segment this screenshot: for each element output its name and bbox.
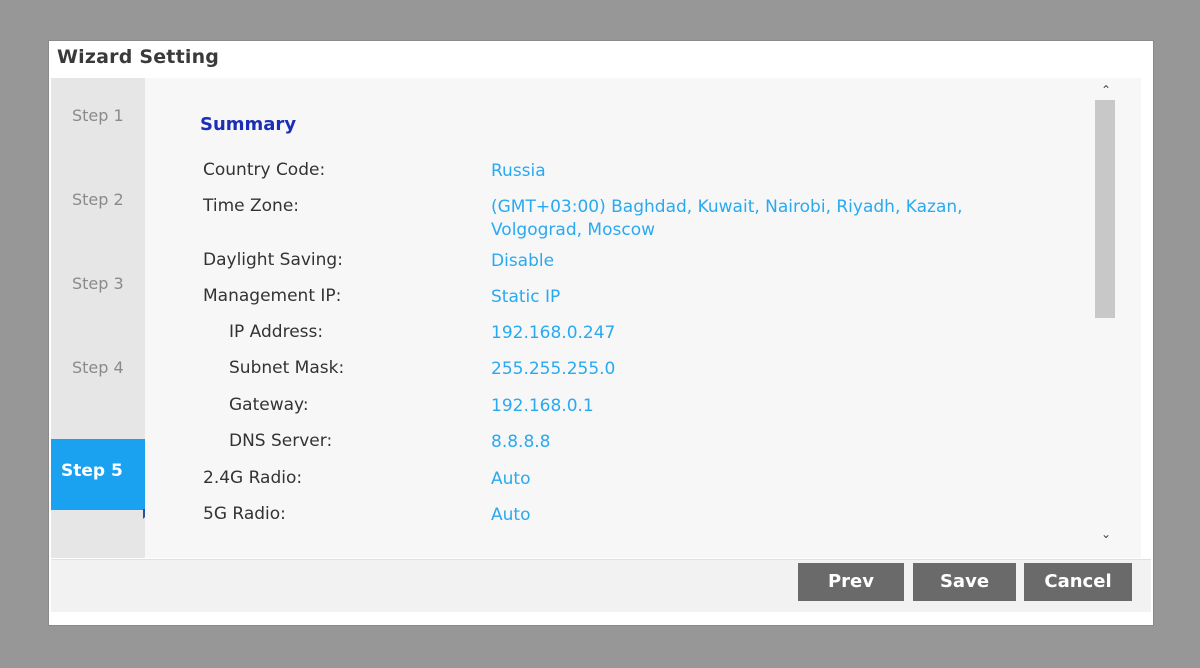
5g-radio-value: Auto (491, 505, 531, 525)
scrollbar-thumb[interactable] (1095, 100, 1115, 318)
country-code-value: Russia (491, 161, 546, 181)
24g-radio-value: Auto (491, 469, 531, 489)
management-ip-label: Management IP: (203, 286, 342, 306)
wizard-dialog: Wizard Setting Step 1 Step 2 Step 3 Step… (49, 41, 1153, 625)
24g-radio-label: 2.4G Radio: (203, 468, 303, 488)
summary-panel: Summary Country Code: Russia Time Zone: … (145, 78, 1141, 558)
subnet-mask-label: Subnet Mask: (229, 358, 345, 378)
cancel-button[interactable]: Cancel (1024, 563, 1132, 601)
5g-radio-label: 5G Radio: (203, 504, 286, 524)
management-ip-value: Static IP (491, 287, 561, 307)
ip-address-value: 192.168.0.247 (491, 323, 616, 343)
gateway-label: Gateway: (229, 395, 309, 415)
chevron-up-icon[interactable]: ⌃ (1099, 82, 1113, 98)
time-zone-value: (GMT+03:00) Baghdad, Kuwait, Nairobi, Ri… (491, 197, 963, 240)
time-zone-label: Time Zone: (203, 196, 300, 216)
ip-address-label: IP Address: (229, 322, 324, 342)
step-3-label: Step 3 (72, 274, 124, 293)
dns-server-label: DNS Server: (229, 431, 333, 451)
daylight-saving-label: Daylight Saving: (203, 250, 343, 270)
summary-title: Summary (200, 114, 297, 135)
dns-server-value: 8.8.8.8 (491, 432, 551, 452)
step-4-label: Step 4 (72, 358, 124, 377)
gateway-value: 192.168.0.1 (491, 396, 594, 416)
step-5-label: Step 5 (61, 461, 123, 481)
chevron-down-icon[interactable]: ⌄ (1099, 526, 1113, 542)
prev-button[interactable]: Prev (798, 563, 904, 601)
save-button[interactable]: Save (913, 563, 1016, 601)
dialog-footer: Prev Save Cancel (51, 559, 1151, 612)
step-5-tab[interactable]: Step 5 (51, 439, 155, 510)
daylight-saving-value: Disable (491, 251, 555, 271)
dialog-title: Wizard Setting (57, 46, 220, 68)
subnet-mask-value: 255.255.255.0 (491, 359, 616, 379)
content-scrollbar[interactable]: ⌃ ⌄ (1093, 78, 1119, 546)
step-1-label: Step 1 (72, 106, 124, 125)
country-code-label: Country Code: (203, 160, 326, 180)
step-2-label: Step 2 (72, 190, 124, 209)
